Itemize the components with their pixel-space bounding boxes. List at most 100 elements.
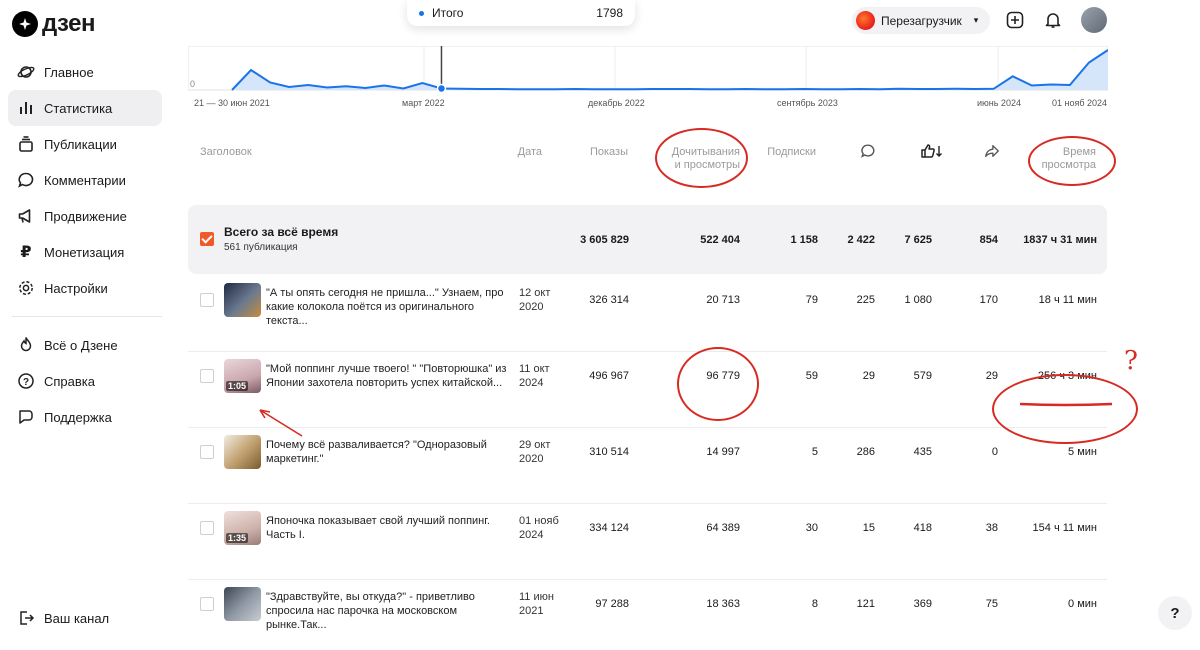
row-subscriptions: 79 — [805, 294, 818, 306]
total-watch-time: 1837 ч 31 мин — [1023, 234, 1097, 246]
x-tick-label: декабрь 2022 — [588, 98, 645, 108]
row-likes: 435 — [913, 446, 932, 458]
date-year: 2024 — [519, 529, 544, 541]
stack-icon — [16, 134, 36, 154]
sidebar-item-label: Главное — [44, 64, 94, 80]
sidebar-item-monetization[interactable]: ₽ Монетизация — [8, 234, 162, 270]
chart-tooltip: Итого 1798 — [407, 0, 635, 26]
publication-thumbnail[interactable]: 1:35 — [224, 511, 261, 545]
publication-thumbnail[interactable]: 1:05 — [224, 359, 261, 393]
total-subtitle: 561 публикация — [224, 242, 298, 253]
row-shares: 29 — [985, 370, 998, 382]
publication-title[interactable]: "А ты опять сегодня не пришла..." Узнаем… — [266, 286, 510, 328]
dzen-logo-icon — [12, 11, 38, 37]
x-tick-label: март 2022 — [402, 98, 445, 108]
column-header-impressions[interactable]: Показы — [572, 146, 628, 159]
total-title: Всего за всё время — [224, 225, 339, 239]
row-checkbox[interactable] — [200, 597, 214, 611]
sidebar-item-help[interactable]: ? Справка — [8, 363, 162, 399]
publication-date: 29 окт 2020 — [519, 438, 569, 466]
sidebar-item-about[interactable]: Всё о Дзене — [8, 327, 162, 363]
tooltip-value: 1798 — [596, 6, 623, 20]
column-header-subscriptions[interactable]: Подписки — [758, 146, 816, 159]
sidebar-item-publications[interactable]: Публикации — [8, 126, 162, 162]
table-row[interactable]: 1:05 "Мой поппинг лучше твоего! " "Повто… — [188, 352, 1107, 428]
date-year: 2020 — [519, 453, 544, 465]
bar-chart-icon — [16, 98, 36, 118]
row-impressions: 334 124 — [589, 522, 629, 534]
channel-avatar — [856, 11, 875, 30]
row-comments: 121 — [856, 598, 875, 610]
row-comments: 225 — [856, 294, 875, 306]
row-shares: 0 — [991, 446, 998, 458]
row-checkbox[interactable] — [200, 521, 214, 535]
total-checkbox[interactable] — [200, 232, 214, 246]
date-day: 12 окт — [519, 287, 551, 299]
date-day: 29 окт — [519, 439, 551, 451]
publication-title[interactable]: Почему всё разваливается? "Одноразовый м… — [266, 438, 510, 466]
column-header-shares[interactable] — [982, 143, 1000, 163]
sidebar-item-main[interactable]: Главное — [8, 54, 162, 90]
chat-icon — [16, 407, 36, 427]
table-row[interactable]: Почему всё разваливается? "Одноразовый м… — [188, 428, 1107, 504]
user-avatar[interactable] — [1081, 7, 1107, 33]
row-reads: 14 997 — [706, 446, 740, 458]
sidebar-item-label: Продвижение — [44, 208, 127, 224]
sidebar-item-label: Справка — [44, 373, 95, 389]
dzen-logo[interactable]: дзен — [12, 10, 95, 38]
publication-date: 11 окт 2024 — [519, 362, 569, 390]
bell-icon — [1045, 13, 1061, 28]
sidebar-item-settings[interactable]: Настройки — [8, 270, 162, 306]
notifications-button[interactable] — [1042, 9, 1064, 31]
sidebar-item-label: Настройки — [44, 280, 108, 296]
total-shares: 854 — [979, 234, 998, 246]
x-tick-label: 21 — 30 июн 2021 — [194, 98, 270, 108]
publication-thumbnail[interactable] — [224, 435, 261, 469]
sidebar-item-comments[interactable]: Комментарии — [8, 162, 162, 198]
sidebar-item-your-channel[interactable]: Ваш канал — [8, 600, 162, 636]
tooltip-label: Итого — [432, 6, 464, 20]
column-header-likes[interactable] — [918, 143, 944, 163]
date-year: 2024 — [519, 377, 544, 389]
column-header-date[interactable]: Дата — [502, 146, 542, 159]
column-header-title[interactable]: Заголовок — [200, 146, 252, 159]
ruble-icon: ₽ — [20, 244, 32, 261]
column-header-comments[interactable] — [858, 143, 876, 163]
add-button[interactable] — [1004, 9, 1026, 31]
sidebar-item-label: Публикации — [44, 136, 117, 152]
x-tick-label: сентябрь 2023 — [777, 98, 838, 108]
sidebar-item-support[interactable]: Поддержка — [8, 399, 162, 435]
sidebar-item-promotion[interactable]: Продвижение — [8, 198, 162, 234]
sidebar-bottom: Ваш канал — [8, 600, 162, 636]
table-row[interactable]: "А ты опять сегодня не пришла..." Узнаем… — [188, 276, 1107, 352]
row-checkbox[interactable] — [200, 369, 214, 383]
row-checkbox[interactable] — [200, 445, 214, 459]
annotation-circle-time-value — [992, 374, 1138, 444]
views-chart[interactable]: 0 — [188, 46, 1108, 96]
date-day: 11 окт — [519, 363, 550, 375]
chart-area-fill — [232, 50, 1108, 90]
sidebar-item-statistics[interactable]: Статистика — [8, 90, 162, 126]
table-row[interactable]: "Здравствуйте, вы откуда?" - приветливо … — [188, 580, 1107, 650]
publication-thumbnail[interactable] — [224, 587, 261, 621]
row-comments: 29 — [862, 370, 875, 382]
thumb-up-sort-icon — [921, 144, 942, 158]
date-day: 11 июн — [519, 591, 554, 603]
publication-title[interactable]: "Здравствуйте, вы откуда?" - приветливо … — [266, 590, 510, 632]
publication-title[interactable]: Японочка показывает свой лучший поппинг.… — [266, 514, 510, 542]
megaphone-icon — [16, 206, 36, 226]
row-likes: 1 080 — [904, 294, 932, 306]
date-year: 2021 — [519, 605, 544, 617]
help-fab-button[interactable]: ? — [1158, 596, 1192, 630]
publication-title[interactable]: "Мой поппинг лучше твоего! " "Повторюшка… — [266, 362, 510, 390]
channel-switcher-button[interactable]: Перезагрузчик ▾ — [852, 7, 991, 34]
total-impressions: 3 605 829 — [580, 234, 629, 246]
row-likes: 418 — [913, 522, 932, 534]
table-row[interactable]: 1:35 Японочка показывает свой лучший поп… — [188, 504, 1107, 580]
publication-thumbnail[interactable] — [224, 283, 261, 317]
row-subscriptions: 30 — [805, 522, 818, 534]
row-watch-time: 0 мин — [1068, 598, 1097, 610]
total-subscriptions: 1 158 — [790, 234, 818, 246]
row-checkbox[interactable] — [200, 293, 214, 307]
comment-icon — [16, 170, 36, 190]
